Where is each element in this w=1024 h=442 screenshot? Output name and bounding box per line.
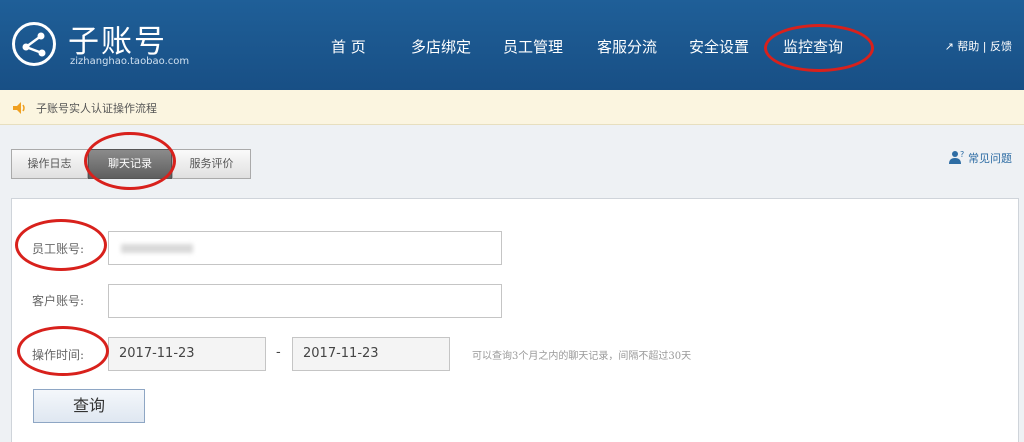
help-links: ↗ 帮助 | 反馈 (945, 38, 1012, 54)
logo-title[interactable]: 子账号 (68, 16, 167, 61)
nav-staff-management[interactable]: 员工管理 (503, 36, 563, 57)
help-link[interactable]: 帮助 (957, 40, 979, 53)
tab-service-evaluation[interactable]: 服务评价 (172, 149, 251, 179)
logo-subtitle: zizhanghao.taobao.com (70, 56, 190, 67)
user-help-icon: ? (948, 150, 969, 165)
help-separator: | (982, 40, 987, 53)
employee-account-input[interactable] (108, 231, 502, 265)
feedback-link[interactable]: 反馈 (990, 40, 1012, 53)
nav-customer-service-routing[interactable]: 客服分流 (597, 36, 657, 57)
tab-operation-log[interactable]: 操作日志 (11, 149, 88, 179)
customer-account-label: 客户账号: (32, 294, 85, 308)
nav-security-settings[interactable]: 安全设置 (689, 36, 749, 57)
svg-text:?: ? (960, 150, 964, 159)
date-range-dash: - (276, 345, 281, 360)
tab-chat-records[interactable]: 聊天记录 (88, 149, 172, 179)
external-link-icon: ↗ (944, 40, 954, 53)
announcement-link[interactable]: 子账号实人认证操作流程 (36, 100, 157, 116)
nav-home[interactable]: 首 页 (331, 36, 366, 57)
faq-link[interactable]: ? 常见问题 (948, 150, 1012, 166)
operation-time-label: 操作时间: (32, 348, 85, 362)
employee-account-label: 员工账号: (32, 242, 85, 256)
logo-icon[interactable] (12, 22, 56, 66)
nav-multi-store-binding[interactable]: 多店绑定 (411, 36, 471, 57)
faq-label: 常见问题 (968, 152, 1012, 165)
customer-account-input[interactable] (108, 284, 502, 318)
speaker-icon (12, 100, 28, 119)
start-date-input[interactable]: 2017-11-23 (108, 337, 266, 371)
redacted-text (121, 244, 193, 253)
nav-monitoring-query[interactable]: 监控查询 (783, 36, 843, 57)
query-button[interactable]: 查询 (33, 389, 145, 423)
date-range-hint: 可以查询3个月之内的聊天记录，间隔不超过30天 (472, 351, 692, 362)
end-date-input[interactable]: 2017-11-23 (292, 337, 450, 371)
